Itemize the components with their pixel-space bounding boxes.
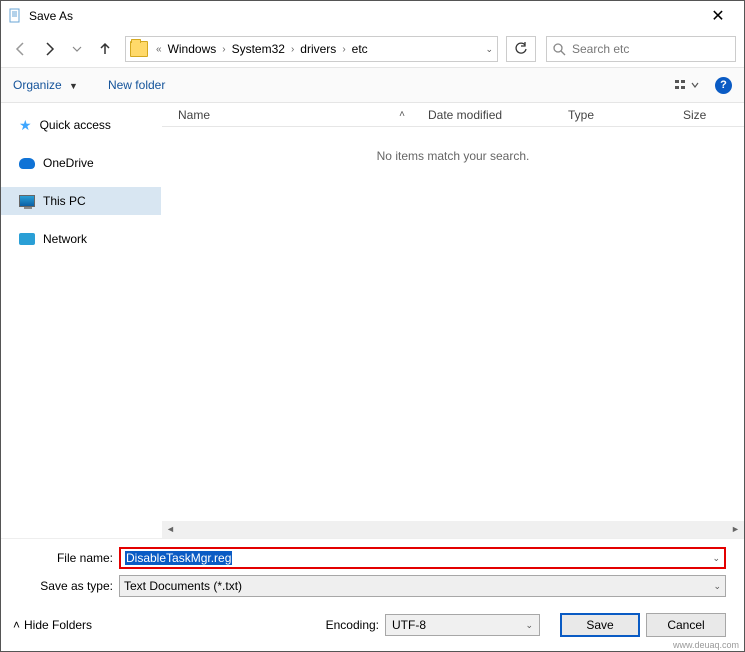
search-input[interactable]: Search etc [546,36,736,62]
cancel-button[interactable]: Cancel [646,613,726,637]
forward-button[interactable] [37,37,61,61]
dropdown-caret-icon[interactable]: ⌄ [712,553,720,564]
onedrive-icon [19,158,35,169]
sidebar-item-onedrive[interactable]: OneDrive [1,149,161,177]
address-dropdown-icon[interactable]: ⌄ [485,44,493,55]
dropdown-caret-icon: ⌄ [525,620,533,631]
nav-row: « Windows › System32 › drivers › etc ⌄ S… [1,31,744,67]
pc-icon [19,195,35,207]
column-header-type[interactable]: Type [568,108,683,122]
window-title: Save As [29,9,698,23]
chevron-right-icon: › [220,44,227,55]
horizontal-scrollbar[interactable]: ◄ ► [162,520,744,538]
sidebar-item-network[interactable]: Network [1,225,161,253]
file-list-body: No items match your search. [162,127,744,520]
search-placeholder: Search etc [572,42,629,56]
sidebar-item-this-pc[interactable]: This PC [1,187,161,215]
scroll-track[interactable] [179,521,727,538]
save-type-value: Text Documents (*.txt) [124,579,242,593]
star-icon: ★ [19,117,32,134]
file-name-label: File name: [1,551,119,565]
column-headers: Name ˄ Date modified Type Size [162,103,744,127]
dropdown-caret-icon: ⌄ [713,581,721,592]
breadcrumb-segment[interactable]: etc [348,42,372,56]
sort-indicator-icon: ˄ [396,109,408,120]
recent-dropdown[interactable] [65,37,89,61]
bottom-panel: File name: DisableTaskMgr.reg ⌄ Save as … [1,538,744,651]
new-folder-button[interactable]: New folder [108,78,165,92]
empty-message: No items match your search. [377,149,530,520]
save-type-label: Save as type: [1,579,119,593]
sidebar-item-label: OneDrive [43,156,94,170]
sidebar-item-label: Network [43,232,87,246]
encoding-value: UTF-8 [392,618,426,632]
watermark: www.deuaq.com [673,640,739,650]
back-button[interactable] [9,37,33,61]
column-header-size[interactable]: Size [683,108,744,122]
chevron-up-icon: ˄ [13,618,20,632]
address-bar[interactable]: « Windows › System32 › drivers › etc ⌄ [125,36,498,62]
column-header-date[interactable]: Date modified [428,108,568,122]
hide-folders-button[interactable]: ˄ Hide Folders [13,618,92,632]
search-icon [553,43,566,56]
toolbar: Organize ▼ New folder ? [1,67,744,103]
folder-icon [130,41,148,57]
sidebar-item-label: Quick access [40,118,111,132]
breadcrumb-prefix: « [154,44,164,55]
file-list-area: Name ˄ Date modified Type Size No items … [161,103,744,538]
sidebar-item-quick-access[interactable]: ★ Quick access [1,111,161,139]
scroll-left-icon[interactable]: ◄ [162,521,179,538]
save-button[interactable]: Save [560,613,640,637]
organize-button[interactable]: Organize ▼ [13,78,78,92]
file-name-input[interactable]: DisableTaskMgr.reg ⌄ [119,547,726,569]
save-as-dialog: Save As ✕ « Windows › System32 › drivers… [0,0,745,652]
chevron-right-icon: › [289,44,296,55]
encoding-dropdown[interactable]: UTF-8 ⌄ [385,614,540,636]
view-options-button[interactable] [675,78,701,92]
dropdown-triangle-icon: ▼ [69,81,78,91]
close-button[interactable]: ✕ [698,6,738,26]
document-icon [7,8,23,24]
save-type-dropdown[interactable]: Text Documents (*.txt) ⌄ [119,575,726,597]
breadcrumb-segment[interactable]: drivers [296,42,340,56]
help-button[interactable]: ? [715,77,732,94]
chevron-right-icon: › [340,44,347,55]
column-header-name[interactable]: Name ˄ [178,108,428,122]
network-icon [19,233,35,245]
titlebar: Save As ✕ [1,1,744,31]
breadcrumb-segment[interactable]: System32 [228,42,289,56]
sidebar: ★ Quick access OneDrive This PC Network [1,103,161,538]
sidebar-item-label: This PC [43,194,86,208]
breadcrumb-segment[interactable]: Windows [164,42,221,56]
refresh-button[interactable] [506,36,536,62]
file-name-highlight: DisableTaskMgr.reg ⌄ [119,547,726,569]
main-area: ★ Quick access OneDrive This PC Network [1,103,744,538]
up-button[interactable] [93,37,117,61]
scroll-right-icon[interactable]: ► [727,521,744,538]
encoding-label: Encoding: [326,618,379,632]
file-name-value: DisableTaskMgr.reg [125,551,232,565]
